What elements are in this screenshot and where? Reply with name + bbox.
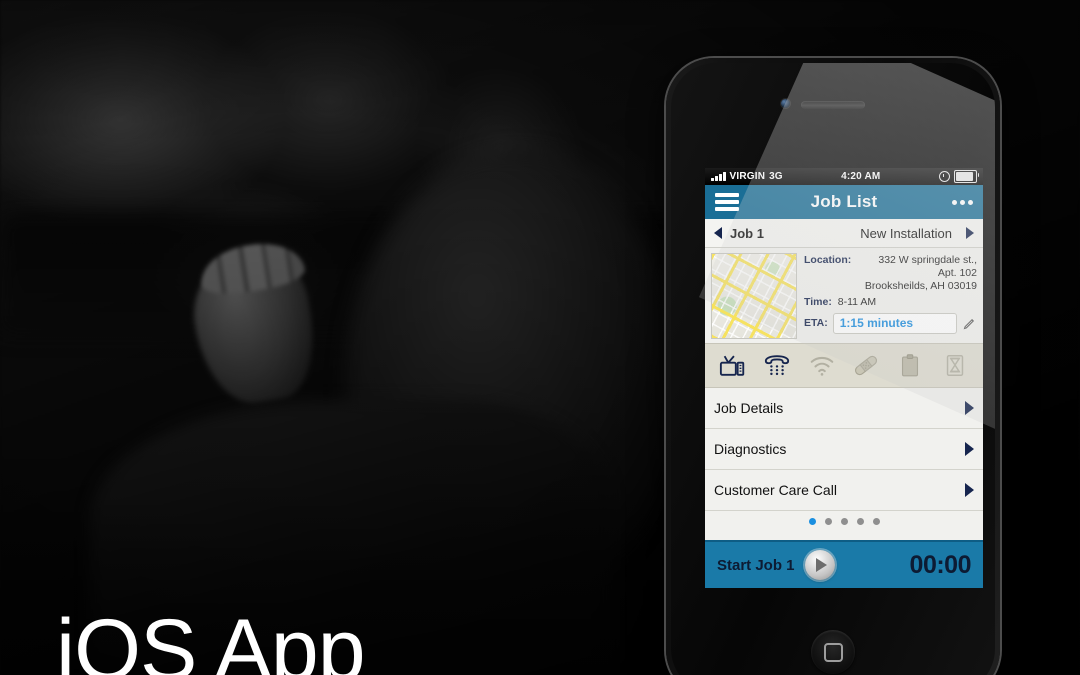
address-line-1: 332 W springdale st., — [878, 254, 977, 266]
page-title: Job List — [810, 192, 878, 211]
page-dot[interactable] — [856, 517, 864, 525]
start-job-action-bar: Start Job 1 00:00 — [705, 540, 983, 588]
job-timer: 00:00 — [909, 550, 972, 579]
earpiece-speaker — [801, 101, 865, 109]
job-switcher-bar: Job 1 New Installation — [705, 219, 983, 248]
status-bar: VIRGIN 3G 4:20 AM — [705, 168, 983, 185]
page-dot[interactable] — [872, 517, 880, 525]
menu-label: Diagnostics — [714, 441, 787, 457]
home-button-glyph — [823, 642, 843, 662]
chevron-right-icon — [965, 401, 974, 415]
time-value: 8-11 AM — [837, 296, 877, 308]
carrier-label: VIRGIN — [729, 171, 766, 182]
overlay-caption: iOS App — [56, 602, 366, 675]
battery-icon — [954, 170, 980, 183]
chevron-right-icon — [965, 442, 974, 456]
phone-screen: VIRGIN 3G 4:20 AM Job List Job 1 New Ins… — [705, 168, 983, 588]
front-camera-icon — [781, 99, 790, 108]
service-icon-toolbar — [705, 343, 983, 388]
menu-label: Job Details — [714, 400, 784, 416]
eta-row: ETA: 1:15 minutes — [804, 313, 977, 334]
menu-list: Job Details Diagnostics Customer Care Ca… — [705, 388, 983, 540]
bandage-icon[interactable] — [851, 352, 881, 380]
network-label: 3G — [769, 171, 783, 182]
status-bar-clock: 4:20 AM — [841, 171, 881, 182]
address-line-2: Apt. 102 — [937, 267, 977, 279]
map-thumbnail[interactable] — [711, 253, 797, 339]
signal-bars-icon — [711, 172, 726, 181]
location-row: Location: 332 W springdale st., Apt. 102… — [804, 254, 977, 293]
television-icon[interactable] — [718, 352, 748, 380]
address-block: 332 W springdale st., Apt. 102 Brookshei… — [854, 254, 977, 293]
chevron-right-icon[interactable] — [966, 227, 974, 239]
job-type-label: New Installation — [860, 225, 952, 241]
start-job-label: Start Job 1 — [717, 556, 795, 574]
menu-label: Customer Care Call — [714, 482, 837, 498]
job-details-section: Location: 332 W springdale st., Apt. 102… — [705, 248, 983, 343]
hamburger-menu-icon[interactable] — [715, 193, 739, 211]
play-button-icon[interactable] — [804, 550, 835, 580]
status-bar-right — [939, 170, 980, 183]
hourglass-icon[interactable] — [940, 352, 970, 380]
location-label: Location: — [804, 254, 852, 266]
iphone-front-panel: VIRGIN 3G 4:20 AM Job List Job 1 New Ins… — [671, 63, 995, 675]
iphone-device: VIRGIN 3G 4:20 AM Job List Job 1 New Ins… — [663, 55, 1003, 675]
clipboard-icon[interactable] — [895, 352, 925, 380]
home-button[interactable] — [811, 630, 855, 674]
ellipsis-icon[interactable] — [949, 199, 973, 205]
page-indicator-dots — [705, 511, 983, 531]
chevron-right-icon — [965, 483, 974, 497]
time-label: Time: — [804, 296, 832, 308]
app-nav-bar: Job List — [705, 185, 983, 219]
job-name-label: Job 1 — [730, 225, 764, 241]
eta-label: ETA: — [804, 317, 828, 329]
status-bar-left: VIRGIN 3G — [711, 171, 783, 182]
menu-row-customer-care-call[interactable]: Customer Care Call — [705, 470, 983, 511]
telephone-icon[interactable] — [762, 352, 792, 380]
eta-input[interactable]: 1:15 minutes — [832, 313, 957, 334]
screenshot-stage: iOS App VIRGIN 3G 4:20 AM Job List Job 1… — [0, 0, 1080, 675]
menu-row-diagnostics[interactable]: Diagnostics — [705, 429, 983, 470]
time-row: Time: 8-11 AM — [804, 296, 977, 309]
page-dot[interactable] — [808, 517, 816, 525]
page-dot[interactable] — [840, 517, 848, 525]
chevron-left-icon[interactable] — [714, 227, 722, 239]
page-dot[interactable] — [824, 517, 832, 525]
pencil-edit-icon[interactable] — [962, 316, 977, 331]
alarm-clock-icon — [939, 171, 950, 182]
job-detail-text: Location: 332 W springdale st., Apt. 102… — [804, 253, 977, 339]
wifi-icon[interactable] — [807, 352, 837, 380]
menu-row-job-details[interactable]: Job Details — [705, 388, 983, 429]
address-line-3: Brooksheilds, AH 03019 — [864, 280, 977, 292]
